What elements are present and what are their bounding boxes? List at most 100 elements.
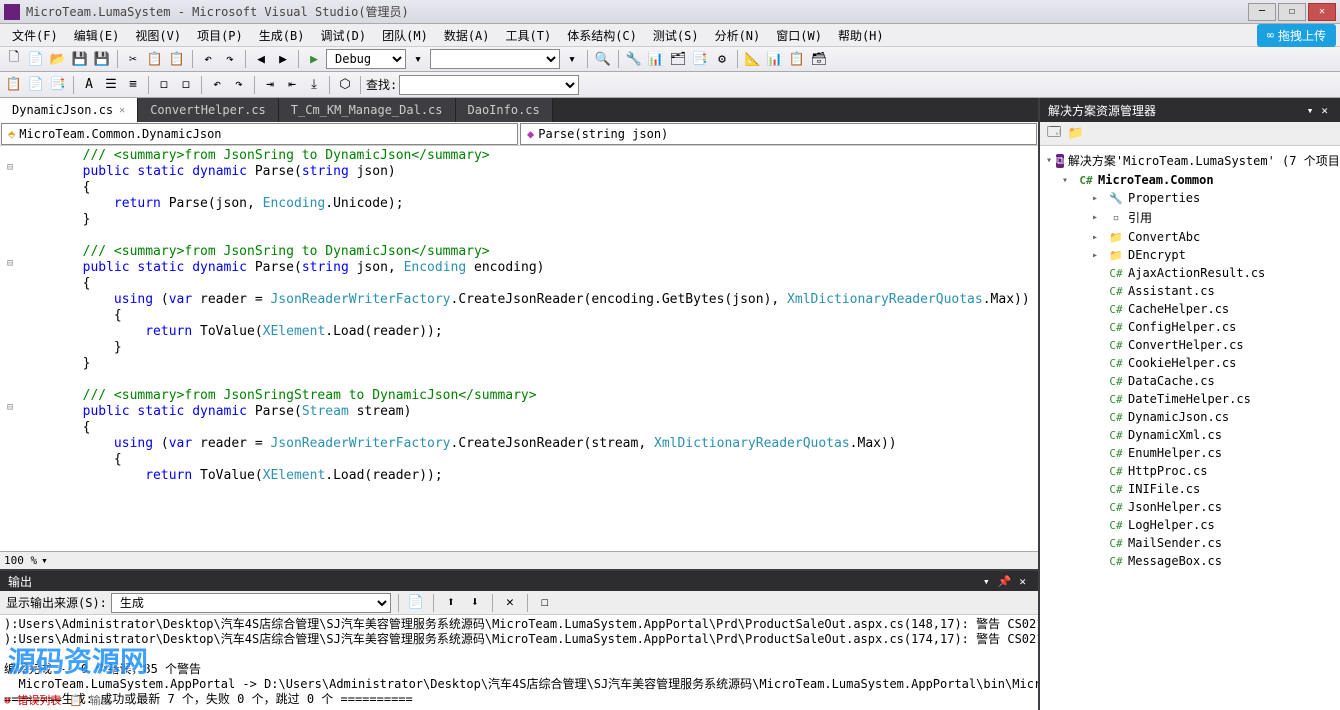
tool-icon[interactable]: ◻ bbox=[154, 75, 174, 95]
tree-node[interactable]: C#DataCache.cs bbox=[1042, 372, 1338, 390]
nav-fwd-icon[interactable]: ▶ bbox=[273, 49, 293, 69]
tree-node[interactable]: ▸📁ConvertAbc bbox=[1042, 228, 1338, 246]
tree-node[interactable]: ▸🔧Properties bbox=[1042, 189, 1338, 207]
tree-node[interactable]: C#ConvertHelper.cs bbox=[1042, 336, 1338, 354]
config-combo[interactable]: Debug bbox=[326, 49, 406, 69]
tree-node[interactable]: C#Assistant.cs bbox=[1042, 282, 1338, 300]
document-tab[interactable]: T_Cm_KM_Manage_Dal.cs bbox=[279, 98, 456, 122]
tool-icon[interactable]: 🗃 bbox=[809, 49, 829, 69]
undo-icon[interactable]: ↶ bbox=[207, 75, 227, 95]
find-icon[interactable]: 🔍 bbox=[593, 49, 613, 69]
menu-item[interactable]: 工具(T) bbox=[498, 24, 560, 47]
tree-node[interactable]: C#CacheHelper.cs bbox=[1042, 300, 1338, 318]
step-icon[interactable]: ⤓ bbox=[304, 75, 324, 95]
status-tab[interactable]: ⊗ 错误列表 bbox=[4, 692, 61, 708]
menu-item[interactable]: 窗口(W) bbox=[768, 24, 830, 47]
close-icon[interactable]: ✕ bbox=[1321, 104, 1328, 117]
tree-node[interactable]: C#MessageBox.cs bbox=[1042, 552, 1338, 570]
tool-icon[interactable]: 📋 bbox=[787, 49, 807, 69]
tree-node[interactable]: C#DynamicJson.cs bbox=[1042, 408, 1338, 426]
close-button[interactable]: ✕ bbox=[1308, 3, 1336, 21]
menu-item[interactable]: 文件(F) bbox=[4, 24, 66, 47]
nav-back-icon[interactable]: ◀ bbox=[251, 49, 271, 69]
wrap-icon[interactable]: ☐ bbox=[535, 593, 555, 613]
tree-node[interactable]: C#MailSender.cs bbox=[1042, 534, 1338, 552]
solution-tree[interactable]: ▾⧉解决方案'MicroTeam.LumaSystem' (7 个项目)▾C#M… bbox=[1040, 146, 1340, 710]
redo-icon[interactable]: ↷ bbox=[229, 75, 249, 95]
tree-node[interactable]: C#JsonHelper.cs bbox=[1042, 498, 1338, 516]
close-icon[interactable]: ✕ bbox=[1019, 575, 1026, 588]
tree-node[interactable]: C#CookieHelper.cs bbox=[1042, 354, 1338, 372]
tree-node[interactable]: ▾C#MicroTeam.Common bbox=[1042, 171, 1338, 189]
tree-node[interactable]: C#DateTimeHelper.cs bbox=[1042, 390, 1338, 408]
copy-icon[interactable]: 📋 bbox=[145, 49, 165, 69]
show-all-icon[interactable]: 📁 bbox=[1066, 124, 1086, 144]
dropdown-icon[interactable]: ▾ bbox=[1307, 104, 1314, 117]
hex-icon[interactable]: ⬡ bbox=[335, 75, 355, 95]
menu-item[interactable]: 生成(B) bbox=[251, 24, 313, 47]
menu-item[interactable]: 视图(V) bbox=[127, 24, 189, 47]
tree-node[interactable]: C#ConfigHelper.cs bbox=[1042, 318, 1338, 336]
document-tab[interactable]: DaoInfo.cs bbox=[456, 98, 553, 122]
menu-item[interactable]: 项目(P) bbox=[189, 24, 251, 47]
menu-item[interactable]: 数据(A) bbox=[436, 24, 498, 47]
start-icon[interactable]: ▶ bbox=[304, 49, 324, 69]
tool-icon[interactable]: 🗂 bbox=[668, 49, 688, 69]
menu-item[interactable]: 测试(S) bbox=[645, 24, 707, 47]
menu-item[interactable]: 分析(N) bbox=[707, 24, 769, 47]
tool-icon[interactable]: 📑 bbox=[690, 49, 710, 69]
output-source-combo[interactable]: 生成 bbox=[111, 593, 391, 613]
minimize-button[interactable]: ─ bbox=[1248, 3, 1276, 21]
tool-icon[interactable]: ◻ bbox=[176, 75, 196, 95]
tree-node[interactable]: ▾⧉解决方案'MicroTeam.LumaSystem' (7 个项目) bbox=[1042, 150, 1338, 171]
outline-margin[interactable]: ⊟⊟⊟ bbox=[0, 146, 20, 551]
document-tab[interactable]: ConvertHelper.cs bbox=[138, 98, 279, 122]
maximize-button[interactable]: ☐ bbox=[1278, 3, 1306, 21]
save-icon[interactable]: 💾 bbox=[70, 49, 90, 69]
tool-icon[interactable]: 📊 bbox=[646, 49, 666, 69]
tool-icon[interactable]: ☰ bbox=[101, 75, 121, 95]
output-content[interactable]: ):Users\Administrator\Desktop\汽车4S店综合管理\… bbox=[0, 615, 1038, 710]
member-navigator[interactable]: ◆Parse(string json) bbox=[520, 123, 1037, 145]
dropdown-icon[interactable]: ▾ bbox=[408, 49, 428, 69]
next-icon[interactable]: ⬇ bbox=[465, 593, 485, 613]
cut-icon[interactable]: ✂ bbox=[123, 49, 143, 69]
tool-icon[interactable]: A bbox=[79, 75, 99, 95]
undo-icon[interactable]: ↶ bbox=[198, 49, 218, 69]
code-editor[interactable]: ⊟⊟⊟ /// <summary>from JsonSring to Dynam… bbox=[0, 146, 1038, 551]
menu-item[interactable]: 编辑(E) bbox=[66, 24, 128, 47]
tree-node[interactable]: C#HttpProc.cs bbox=[1042, 462, 1338, 480]
properties-icon[interactable]: 🗔 bbox=[1044, 124, 1064, 144]
open-icon[interactable]: 📂 bbox=[48, 49, 68, 69]
tool-icon[interactable]: ⚙ bbox=[712, 49, 732, 69]
upload-button[interactable]: ∞拖拽上传 bbox=[1257, 24, 1336, 47]
tree-node[interactable]: C#DynamicXml.cs bbox=[1042, 426, 1338, 444]
menu-item[interactable]: 团队(M) bbox=[374, 24, 436, 47]
tool-icon[interactable]: 📄 bbox=[26, 75, 46, 95]
tree-node[interactable]: ▸📁DEncrypt bbox=[1042, 246, 1338, 264]
step-icon[interactable]: ⇤ bbox=[282, 75, 302, 95]
step-icon[interactable]: ⇥ bbox=[260, 75, 280, 95]
save-all-icon[interactable]: 💾 bbox=[92, 49, 112, 69]
tree-node[interactable]: C#INIFile.cs bbox=[1042, 480, 1338, 498]
tree-node[interactable]: C#EnumHelper.cs bbox=[1042, 444, 1338, 462]
dropdown-icon[interactable]: ▾ bbox=[983, 575, 990, 588]
find-combo[interactable] bbox=[399, 75, 579, 95]
tool-icon[interactable]: 📑 bbox=[48, 75, 68, 95]
menu-item[interactable]: 调试(D) bbox=[312, 24, 374, 47]
zoom-level[interactable]: 100 % bbox=[4, 554, 37, 567]
tree-node[interactable]: ▸▫引用 bbox=[1042, 207, 1338, 228]
new-project-icon[interactable]: 🗋 bbox=[4, 49, 24, 69]
pin-icon[interactable]: 📌 bbox=[998, 575, 1012, 588]
dropdown-icon[interactable]: ▾ bbox=[562, 49, 582, 69]
redo-icon[interactable]: ↷ bbox=[220, 49, 240, 69]
tool-icon[interactable]: ≡ bbox=[123, 75, 143, 95]
platform-combo[interactable] bbox=[430, 49, 560, 69]
clear-icon[interactable]: ✕ bbox=[500, 593, 520, 613]
tool-icon[interactable]: 📊 bbox=[765, 49, 785, 69]
status-tab[interactable]: 📋 输出 bbox=[69, 692, 111, 708]
tool-icon[interactable]: 📐 bbox=[743, 49, 763, 69]
tree-node[interactable]: C#LogHelper.cs bbox=[1042, 516, 1338, 534]
menu-item[interactable]: 体系结构(C) bbox=[559, 24, 645, 47]
document-tab[interactable]: DynamicJson.cs✕ bbox=[0, 98, 138, 122]
